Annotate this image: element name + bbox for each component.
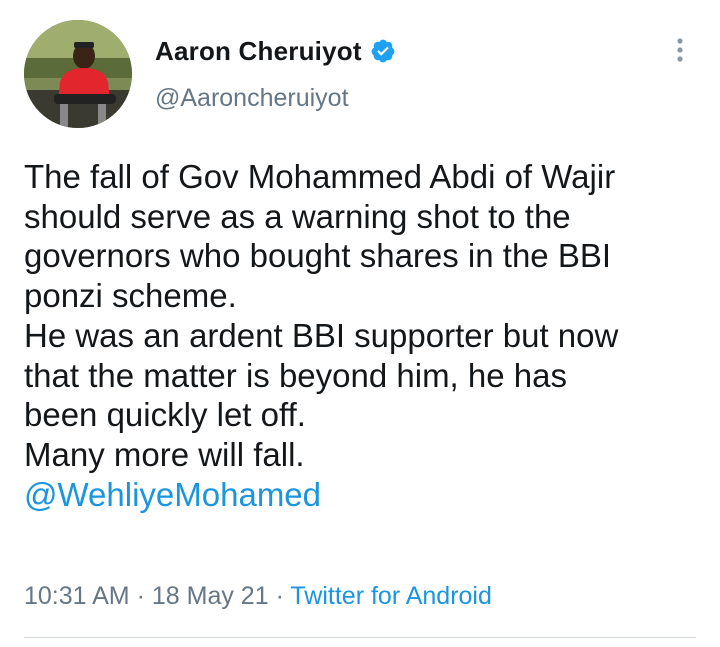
avatar[interactable]	[24, 20, 132, 128]
tweet-text-line: He was an ardent BBI supporter but now	[24, 316, 619, 354]
tweet-text-line: should serve as a warning shot to the	[24, 197, 571, 235]
author-handle[interactable]: @Aaroncheruiyot	[155, 84, 349, 113]
tweet-text-line: that the matter is beyond him, he has	[24, 356, 567, 394]
tweet-date[interactable]: 18 May 21	[152, 582, 269, 610]
tweet-text-line: The fall of Gov Mohammed Abdi of Wajir	[24, 158, 616, 195]
more-vertical-icon[interactable]	[664, 34, 696, 66]
tweet-source-link[interactable]: Twitter for Android	[290, 582, 491, 610]
author-name-row[interactable]: Aaron Cheruiyot	[155, 34, 396, 68]
mention-link[interactable]: @WehliyeMohamed	[24, 475, 704, 515]
tweet-text-line: governors who bought shares in the BBI	[24, 237, 612, 275]
display-name[interactable]: Aaron Cheruiyot	[155, 36, 362, 67]
avatar-photo	[24, 20, 132, 128]
tweet-card: Aaron Cheruiyot @Aaroncheruiyot The fall…	[0, 0, 720, 647]
divider	[24, 637, 696, 638]
tweet-meta: 10:31 AM · 18 May 21 · Twitter for Andro…	[24, 582, 492, 611]
tweet-text: The fall of Gov Mohammed Abdi of Wajir s…	[24, 157, 704, 514]
verified-badge-icon	[370, 38, 396, 64]
tweet-text-line: Many more will fall.	[24, 435, 305, 473]
tweet-text-line: been quickly let off.	[24, 396, 306, 434]
tweet-time[interactable]: 10:31 AM	[24, 582, 130, 610]
meta-separator: ·	[275, 582, 284, 610]
meta-separator: ·	[136, 582, 145, 610]
tweet-text-line: ponzi scheme.	[24, 277, 237, 315]
